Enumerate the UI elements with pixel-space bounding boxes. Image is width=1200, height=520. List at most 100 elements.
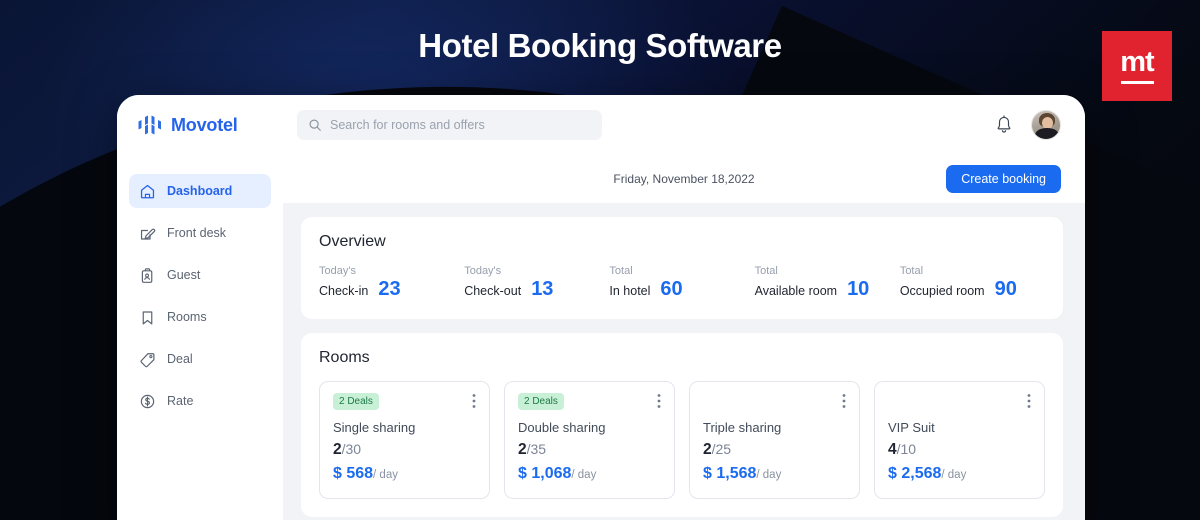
stat-sublabel: Total bbox=[754, 265, 778, 277]
room-price-amount: $ 568 bbox=[333, 465, 374, 482]
app-body: Dashboard Front desk Guest Rooms Deal Ra… bbox=[117, 155, 1085, 520]
stat-check-in: Today's Check-in 23 bbox=[319, 265, 464, 301]
room-occupied: 4 bbox=[888, 441, 897, 458]
room-occupied: 2 bbox=[703, 441, 712, 458]
sidebar-item-label: Rate bbox=[167, 394, 194, 408]
room-card[interactable]: Triple sharing 2/25 $ 1,568/ day bbox=[689, 381, 860, 499]
search-icon bbox=[309, 119, 321, 131]
room-occupied: 2 bbox=[333, 441, 342, 458]
stat-sublabel: Total bbox=[899, 265, 924, 277]
stat-label: Occupied room bbox=[899, 284, 985, 298]
stat-value: 60 bbox=[660, 278, 683, 300]
app-window: Movotel Search for rooms and offers Dash… bbox=[117, 95, 1085, 520]
overview-stats: Today's Check-in 23 Today's Check-out 13 bbox=[319, 265, 1045, 301]
room-name: Single sharing bbox=[333, 420, 416, 435]
room-price-unit: / day bbox=[571, 469, 597, 481]
rooms-card: Rooms 2 Deals Single sharing 2/30 $ 568/… bbox=[301, 333, 1063, 517]
room-price-amount: $ 2,568 bbox=[888, 465, 942, 482]
edit-icon bbox=[140, 228, 156, 240]
stat-sublabel: Total bbox=[609, 265, 633, 277]
room-occupancy: 2/30 bbox=[333, 441, 476, 459]
content-scroll-area[interactable]: Overview Today's Check-in 23 Today's Che… bbox=[283, 203, 1085, 520]
content-header: Friday, November 18,2022 Create booking bbox=[283, 155, 1085, 203]
deals-badge bbox=[703, 393, 715, 397]
bell-icon[interactable] bbox=[995, 115, 1013, 135]
avatar-body bbox=[1035, 128, 1059, 139]
sidebar-item-rooms[interactable]: Rooms bbox=[129, 300, 271, 334]
search-placeholder: Search for rooms and offers bbox=[330, 118, 485, 132]
brand-name: Movotel bbox=[171, 114, 238, 135]
mt-logo-badge: mt bbox=[1102, 31, 1172, 101]
room-price: $ 1,568/ day bbox=[703, 465, 846, 483]
topbar-actions bbox=[995, 110, 1061, 140]
stat-label: Check-in bbox=[319, 284, 369, 298]
stat-value: 23 bbox=[378, 278, 401, 300]
sidebar-item-label: Deal bbox=[167, 352, 193, 366]
room-card[interactable]: 2 Deals Double sharing 2/35 $ 1,068/ day bbox=[504, 381, 675, 499]
stat-sublabel: Today's bbox=[464, 265, 502, 277]
bookmark-icon bbox=[142, 310, 153, 324]
rooms-title: Rooms bbox=[319, 349, 370, 366]
sidebar-item-label: Front desk bbox=[167, 226, 227, 240]
deals-badge bbox=[888, 393, 900, 397]
page-title: Hotel Booking Software bbox=[418, 27, 782, 64]
more-options-icon[interactable] bbox=[1027, 393, 1031, 409]
room-occupancy: 4/10 bbox=[888, 441, 1031, 459]
stat-label: Check-out bbox=[464, 284, 522, 298]
room-total: /10 bbox=[896, 441, 917, 457]
sidebar: Dashboard Front desk Guest Rooms Deal Ra… bbox=[117, 155, 283, 520]
more-options-icon[interactable] bbox=[842, 393, 846, 409]
room-price-unit: / day bbox=[373, 469, 398, 481]
search-input[interactable]: Search for rooms and offers bbox=[297, 110, 602, 140]
overview-title: Overview bbox=[319, 233, 386, 250]
stat-value: 90 bbox=[994, 278, 1017, 300]
sidebar-item-deal[interactable]: Deal bbox=[129, 342, 271, 376]
room-name: Double sharing bbox=[518, 420, 606, 435]
movotel-logo-icon bbox=[138, 115, 161, 135]
main-content: Friday, November 18,2022 Create booking … bbox=[283, 155, 1085, 520]
room-name: Triple sharing bbox=[703, 420, 782, 435]
stat-value: 13 bbox=[531, 278, 554, 300]
room-occupancy: 2/35 bbox=[518, 441, 661, 459]
home-icon bbox=[140, 184, 155, 198]
avatar[interactable] bbox=[1031, 110, 1061, 140]
sidebar-item-guest[interactable]: Guest bbox=[129, 258, 271, 292]
room-price: $ 568/ day bbox=[333, 465, 476, 483]
room-card[interactable]: VIP Suit 4/10 $ 2,568/ day bbox=[874, 381, 1045, 499]
more-options-icon[interactable] bbox=[657, 393, 661, 409]
clipboard-icon bbox=[141, 267, 153, 283]
dollar-icon bbox=[140, 394, 155, 408]
room-occupied: 2 bbox=[518, 441, 527, 458]
room-card[interactable]: 2 Deals Single sharing 2/30 $ 568/ day bbox=[319, 381, 490, 499]
brand: Movotel bbox=[117, 112, 283, 138]
stat-available-room: Total Available room 10 bbox=[755, 265, 900, 301]
sidebar-item-dashboard[interactable]: Dashboard bbox=[129, 174, 271, 208]
sidebar-item-label: Dashboard bbox=[167, 184, 233, 198]
stat-in-hotel: Total In hotel 60 bbox=[609, 265, 754, 301]
room-total: /30 bbox=[341, 441, 362, 457]
room-name: VIP Suit bbox=[888, 420, 935, 435]
sidebar-item-label: Rooms bbox=[167, 310, 207, 324]
sidebar-item-label: Guest bbox=[167, 268, 201, 282]
stat-occupied-room: Total Occupied room 90 bbox=[900, 265, 1045, 301]
deals-badge: 2 Deals bbox=[518, 393, 564, 410]
room-price: $ 1,068/ day bbox=[518, 465, 661, 483]
mt-logo-text: mt bbox=[1120, 46, 1154, 78]
room-total: /35 bbox=[526, 441, 547, 457]
room-total: /25 bbox=[711, 441, 732, 457]
room-price-amount: $ 1,068 bbox=[518, 465, 572, 482]
rooms-grid: 2 Deals Single sharing 2/30 $ 568/ day 2… bbox=[319, 381, 1045, 499]
tag-icon bbox=[140, 352, 155, 367]
stat-value: 10 bbox=[847, 278, 870, 300]
room-occupancy: 2/25 bbox=[703, 441, 846, 459]
sidebar-item-front-desk[interactable]: Front desk bbox=[129, 216, 271, 250]
create-booking-button[interactable]: Create booking bbox=[946, 165, 1061, 193]
stat-label: Available room bbox=[754, 284, 838, 298]
stat-label: In hotel bbox=[609, 284, 651, 298]
room-price-amount: $ 1,568 bbox=[703, 465, 757, 482]
sidebar-item-rate[interactable]: Rate bbox=[129, 384, 271, 418]
room-price-unit: / day bbox=[756, 469, 782, 481]
mt-logo-underline bbox=[1120, 81, 1154, 84]
app-topbar: Movotel Search for rooms and offers bbox=[117, 95, 1085, 155]
more-options-icon[interactable] bbox=[472, 393, 476, 409]
